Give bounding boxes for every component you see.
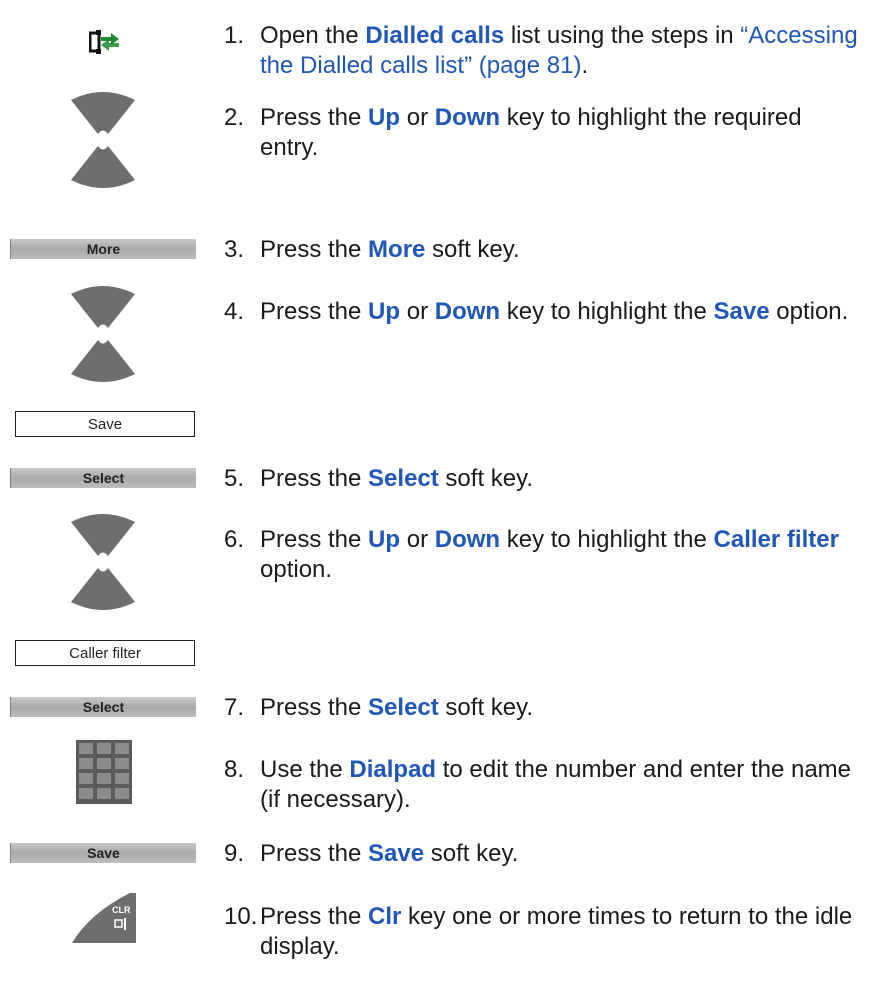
- clr-key-icon: CLR: [70, 893, 136, 943]
- menu-item-save: Save: [15, 411, 195, 437]
- dialled-calls-icon: [89, 30, 119, 54]
- select-softkey: Select: [10, 697, 196, 717]
- up-down-nav-key-icon: [71, 286, 135, 382]
- dialpad-icon: [76, 740, 132, 804]
- up-down-nav-key-icon: [71, 514, 135, 610]
- clr-key-label: CLR: [112, 905, 131, 915]
- select-softkey: Select: [10, 468, 196, 488]
- up-down-nav-key-icon: [71, 92, 135, 188]
- save-softkey: Save: [10, 843, 196, 863]
- more-softkey: More: [10, 239, 196, 259]
- menu-item-caller-filter: Caller filter: [15, 640, 195, 666]
